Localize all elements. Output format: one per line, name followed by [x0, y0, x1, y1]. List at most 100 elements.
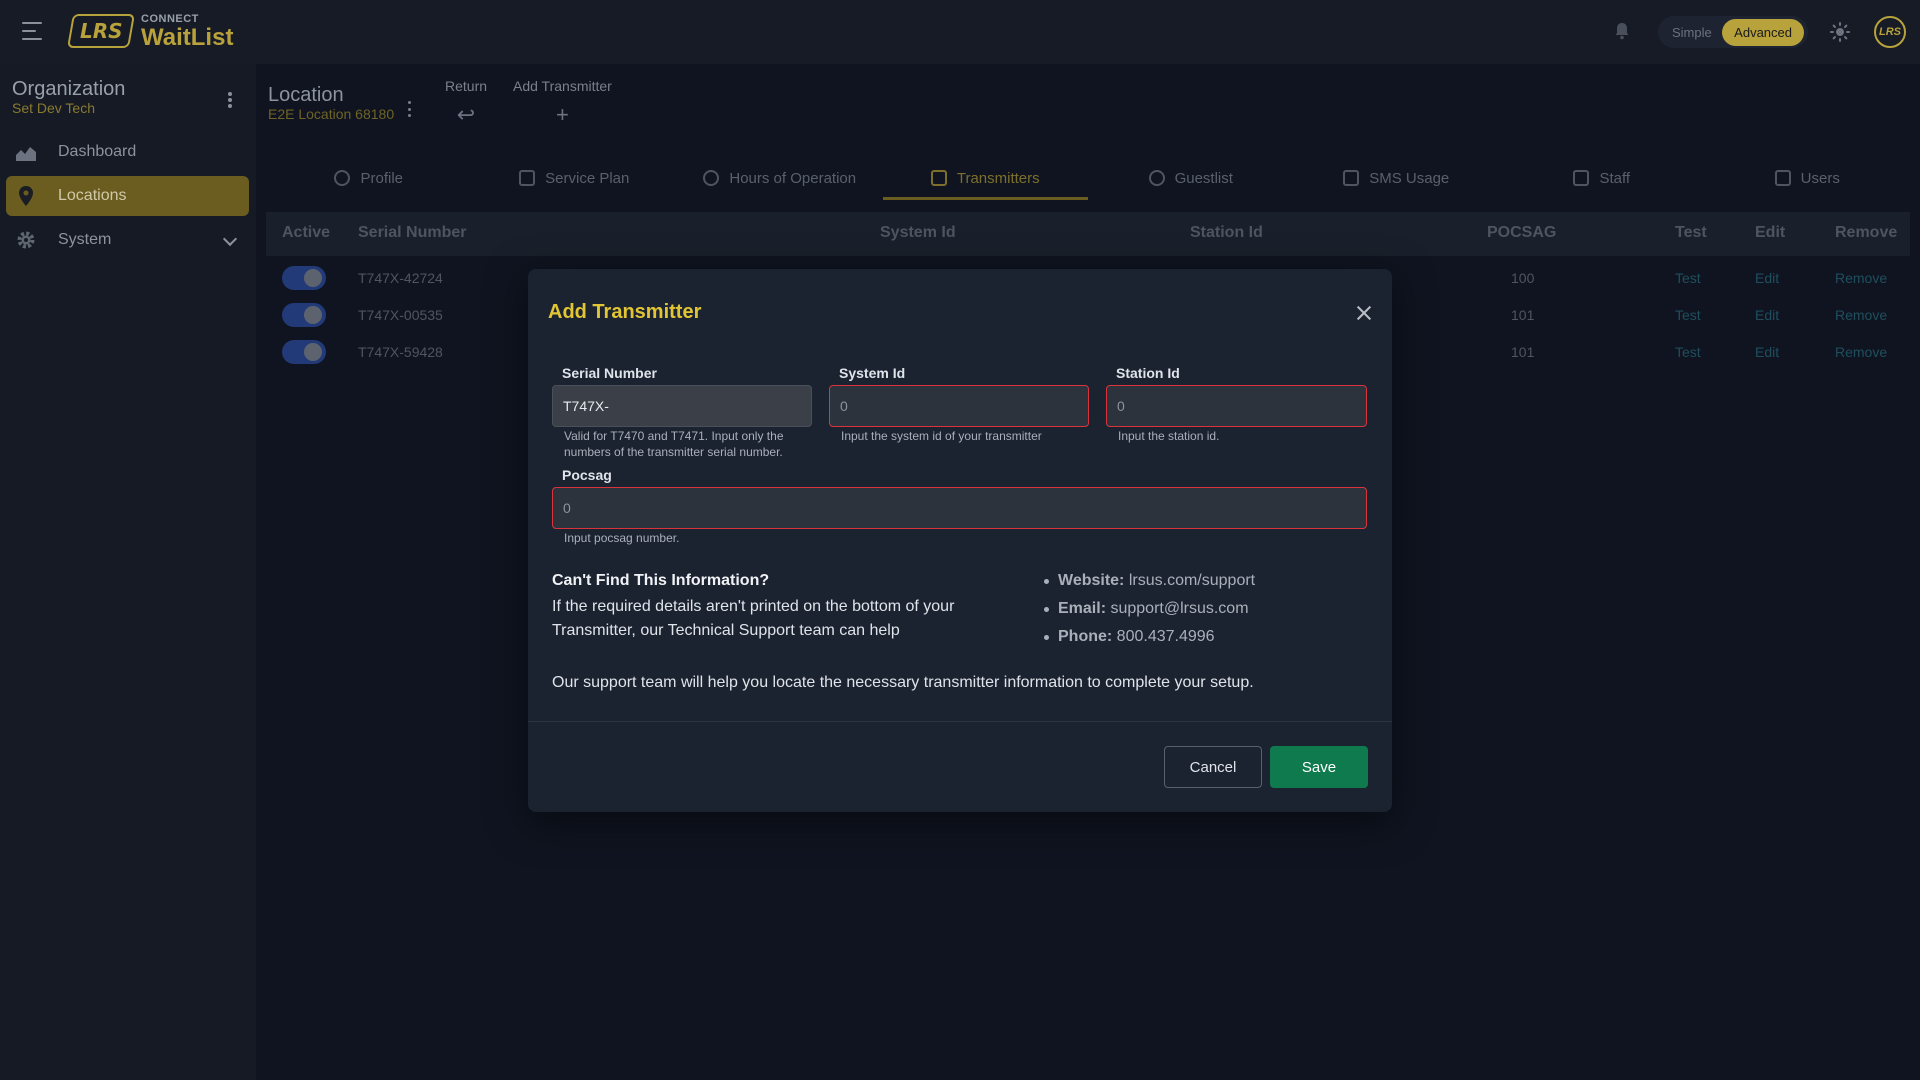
- sidebar-item-dashboard[interactable]: Dashboard: [6, 132, 249, 172]
- col-remove: Remove: [1835, 224, 1898, 241]
- system-id-help: Input the system id of your transmitter: [841, 429, 1042, 443]
- tab-label: Users: [1800, 169, 1840, 187]
- active-toggle[interactable]: [282, 266, 326, 290]
- tab-label: Transmitters: [956, 169, 1040, 187]
- location-more-icon[interactable]: [408, 101, 412, 117]
- pocsag-input[interactable]: 0: [552, 487, 1367, 529]
- mode-toggle[interactable]: Simple Advanced: [1658, 16, 1808, 48]
- tab-label: Profile: [360, 169, 404, 187]
- users-icon: [1774, 170, 1791, 186]
- system-id-input[interactable]: 0: [829, 385, 1089, 427]
- remove-link[interactable]: Remove: [1835, 270, 1887, 286]
- col-station-id: Station Id: [1190, 224, 1263, 241]
- cancel-button[interactable]: Cancel: [1164, 746, 1262, 788]
- dialog-divider: [528, 721, 1392, 722]
- chevron-down-icon[interactable]: [222, 231, 238, 247]
- email-link[interactable]: support@lrsus.com: [1110, 600, 1248, 617]
- location-pin-icon: [14, 186, 38, 206]
- org-title: Organization: [12, 78, 126, 100]
- website-link[interactable]: lrsus.com/support: [1129, 572, 1255, 589]
- add-transmitter-button[interactable]: Add Transmitter +: [513, 78, 612, 128]
- chart-icon: [14, 142, 38, 162]
- plus-icon: +: [555, 102, 569, 127]
- close-icon[interactable]: [1356, 305, 1372, 321]
- active-toggle[interactable]: [282, 340, 326, 364]
- menu-icon[interactable]: [22, 22, 42, 40]
- serial-number-input[interactable]: T747X-: [552, 385, 812, 427]
- tab-label: Service Plan: [545, 169, 630, 187]
- edit-link[interactable]: Edit: [1755, 270, 1779, 286]
- station-id-input[interactable]: 0: [1106, 385, 1367, 427]
- notification-bell-icon[interactable]: [1614, 22, 1630, 40]
- app-title: WaitList: [141, 24, 234, 51]
- test-link[interactable]: Test: [1675, 307, 1701, 323]
- card-icon: [519, 170, 536, 186]
- test-link[interactable]: Test: [1675, 270, 1701, 286]
- remove-link[interactable]: Remove: [1835, 307, 1887, 323]
- remove-link[interactable]: Remove: [1835, 344, 1887, 360]
- website-label: Website:: [1058, 572, 1125, 589]
- tab-transmitters[interactable]: Transmitters: [882, 156, 1089, 200]
- profile-icon: [334, 170, 351, 186]
- sidebar-item-label: Dashboard: [58, 143, 137, 160]
- serial-cell: T747X-00535: [358, 307, 443, 323]
- location-title: Location: [268, 84, 344, 106]
- pocsag-cell: 101: [1511, 344, 1535, 360]
- dialog-title: Add Transmitter: [548, 301, 702, 323]
- active-toggle[interactable]: [282, 303, 326, 327]
- email-label: Email:: [1058, 600, 1107, 617]
- phone-value: 800.437.4996: [1116, 628, 1215, 645]
- edit-link[interactable]: Edit: [1755, 307, 1779, 323]
- tab-label: SMS Usage: [1369, 169, 1450, 187]
- sidebar-item-label: System: [58, 231, 112, 248]
- tab-bar: Profile Service Plan Hours of Operation …: [266, 156, 1910, 200]
- theme-sun-icon[interactable]: [1830, 22, 1850, 42]
- mode-advanced-option[interactable]: Advanced: [1722, 18, 1804, 46]
- col-serial: Serial Number: [358, 224, 467, 241]
- tab-profile[interactable]: Profile: [266, 156, 472, 200]
- serial-cell: T747X-42724: [358, 270, 443, 286]
- avatar[interactable]: LRS: [1874, 16, 1906, 48]
- system-id-label: System Id: [839, 365, 906, 381]
- logo-text: LRS: [79, 19, 123, 43]
- tab-sms-usage[interactable]: SMS Usage: [1294, 156, 1500, 200]
- sidebar-item-system[interactable]: System: [6, 220, 249, 260]
- tab-hours[interactable]: Hours of Operation: [677, 156, 883, 200]
- contact-website: Website: lrsus.com/support: [1043, 572, 1255, 590]
- station-id-help: Input the station id.: [1118, 429, 1220, 443]
- pocsag-cell: 100: [1511, 270, 1535, 286]
- save-button[interactable]: Save: [1270, 746, 1368, 788]
- org-more-icon[interactable]: [228, 92, 232, 108]
- col-pocsag: POCSAG: [1487, 224, 1557, 241]
- info-body: If the required details aren't printed o…: [552, 598, 955, 639]
- return-button[interactable]: Return ↩: [445, 78, 487, 128]
- tab-guestlist[interactable]: Guestlist: [1088, 156, 1294, 200]
- phone-label: Phone:: [1058, 628, 1113, 645]
- transmitters-table-header: Active Serial Number System Id Station I…: [266, 212, 1910, 256]
- tab-label: Hours of Operation: [729, 169, 857, 187]
- sidebar-item-locations[interactable]: Locations: [6, 176, 249, 216]
- pocsag-help: Input pocsag number.: [564, 531, 680, 545]
- sidebar: Organization Set Dev Tech Dashboard Loca…: [0, 64, 256, 1080]
- sidebar-item-label: Locations: [58, 187, 127, 204]
- tab-users[interactable]: Users: [1705, 156, 1911, 200]
- edit-link[interactable]: Edit: [1755, 344, 1779, 360]
- top-bar: LRS CONNECT WaitList Simple Advanced LRS: [0, 0, 1920, 64]
- tab-service-plan[interactable]: Service Plan: [472, 156, 678, 200]
- return-label: Return: [445, 78, 488, 94]
- info-heading: Can't Find This Information?: [552, 572, 770, 589]
- test-link[interactable]: Test: [1675, 344, 1701, 360]
- serial-number-help: Valid for T7470 and T7471. Input only th…: [564, 429, 784, 459]
- col-system-id: System Id: [880, 224, 956, 241]
- col-edit: Edit: [1755, 224, 1786, 241]
- station-id-label: Station Id: [1116, 365, 1180, 381]
- tab-label: Guestlist: [1174, 169, 1233, 187]
- message-icon: [1343, 170, 1360, 186]
- tab-staff[interactable]: Staff: [1499, 156, 1705, 200]
- return-arrow-icon: ↩: [456, 102, 476, 127]
- mode-simple-option[interactable]: Simple: [1662, 25, 1722, 40]
- add-transmitter-label: Add Transmitter: [513, 78, 612, 94]
- serial-cell: T747X-59428: [358, 344, 443, 360]
- info-footer: Our support team will help you locate th…: [552, 674, 1254, 691]
- col-active: Active: [282, 224, 331, 241]
